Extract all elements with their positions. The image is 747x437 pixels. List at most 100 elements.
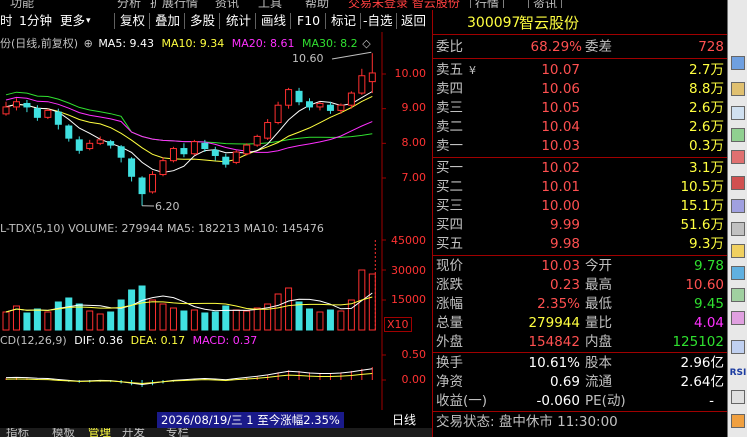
- bid-price: 10.00: [541, 198, 580, 214]
- volume-bar-up: [368, 273, 376, 331]
- legend-settings-icon[interactable]: ◇: [362, 37, 370, 50]
- candle-down: [222, 156, 230, 165]
- toolbar-divider: [396, 13, 397, 29]
- bid-row[interactable]: 买一 10.02 3.1万: [433, 159, 728, 178]
- multi-stock-button[interactable]: 多股: [190, 13, 215, 29]
- divider: [433, 58, 728, 59]
- shares-value: 2.96亿: [680, 355, 724, 371]
- high-value: 10.60: [685, 277, 724, 293]
- chart-icon[interactable]: [731, 150, 745, 164]
- menu-item-function[interactable]: 功能: [10, 0, 34, 8]
- tray-icon[interactable]: [731, 414, 745, 428]
- volume-chart-canvas[interactable]: [0, 220, 432, 332]
- draw-line-button[interactable]: 画线: [261, 13, 286, 29]
- more-button[interactable]: 更多: [60, 13, 85, 29]
- ask-row[interactable]: 卖二 10.04 2.6万: [433, 118, 728, 137]
- rss-icon[interactable]: RSI: [728, 368, 747, 378]
- candle-up: [337, 104, 345, 111]
- ask-row[interactable]: 卖三 10.05 2.6万: [433, 99, 728, 118]
- mark-button[interactable]: 标记: [331, 13, 356, 29]
- candle-down: [295, 90, 303, 103]
- menu-item-ext-quotes[interactable]: 扩展行情: [150, 0, 198, 8]
- more-dropdown-icon[interactable]: ▾: [86, 13, 91, 29]
- bid-row[interactable]: 买四 9.99 51.6万: [433, 216, 728, 235]
- news-icon[interactable]: [731, 266, 745, 280]
- tab-template[interactable]: 模板: [52, 428, 75, 437]
- price-axis-tick: 9.00: [401, 101, 427, 114]
- watchlist-button[interactable]: -自选: [363, 13, 393, 29]
- candle-down: [128, 158, 136, 177]
- calc-icon[interactable]: [731, 288, 745, 302]
- stock-header: 300097 智云股份: [433, 14, 728, 33]
- settings-icon[interactable]: [731, 311, 745, 325]
- statistics-button[interactable]: 统计: [226, 13, 251, 29]
- volume-bar-down: [201, 312, 209, 331]
- bid-row[interactable]: 买三 10.00 15.1万: [433, 197, 728, 216]
- macd-chart-pane[interactable]: CD(12,26,9) DIF: 0.36 DEA: 0.17 MACD: 0.…: [0, 332, 432, 410]
- candle-down: [54, 111, 62, 125]
- period-tab[interactable]: 时: [0, 13, 13, 29]
- macd-axis-tick: 0.00: [401, 373, 427, 386]
- ask-label: 卖一: [436, 138, 463, 154]
- volume-bar-down: [326, 309, 334, 331]
- volume-bar-up: [86, 310, 94, 331]
- candle-up: [159, 160, 167, 176]
- quotes-button[interactable]: 行情: [470, 0, 505, 8]
- grid-icon[interactable]: [731, 106, 745, 120]
- candle-up: [274, 104, 282, 124]
- menu-item-analysis[interactable]: 分析: [117, 0, 141, 8]
- ask-row[interactable]: 卖一 10.03 0.3万: [433, 137, 728, 156]
- bid-row[interactable]: 买五 9.98 9.3万: [433, 235, 728, 254]
- table-icon[interactable]: [731, 128, 745, 142]
- window-icon[interactable]: [731, 56, 745, 70]
- favorites-icon[interactable]: [731, 244, 745, 258]
- misc-icon[interactable]: [731, 390, 745, 404]
- period-indicator[interactable]: 日线: [392, 412, 416, 428]
- volume-chart-pane[interactable]: L-TDX(5,10) VOLUME: 279944 MA5: 182213 M…: [0, 220, 432, 332]
- news-button[interactable]: 资讯: [528, 0, 563, 8]
- minute-button[interactable]: 1分钟: [19, 13, 52, 29]
- total-volume-value: 279944: [528, 315, 580, 331]
- bid-volume: 15.1万: [680, 198, 724, 214]
- info-icon[interactable]: [731, 340, 745, 354]
- kline-chart-pane[interactable]: 份(日线,前复权) ⊕ MA5: 9.43 MA10: 9.34 MA20: 8…: [0, 32, 432, 220]
- volume-bar-up: [2, 311, 10, 331]
- volume-axis-tick: 30000: [391, 264, 426, 277]
- webi-value: 68.29%: [530, 39, 582, 55]
- eps-value: -0.060: [536, 393, 580, 409]
- volume-bar-up: [274, 293, 282, 331]
- f10-button[interactable]: F10: [297, 13, 320, 29]
- overlay-button[interactable]: 叠加: [155, 13, 180, 29]
- list-icon[interactable]: [731, 199, 745, 213]
- back-button[interactable]: 返回: [401, 13, 426, 29]
- tab-develop[interactable]: 开发: [122, 428, 145, 437]
- fuquan-button[interactable]: 复权: [120, 13, 145, 29]
- float-shares-label: 流通: [585, 374, 612, 390]
- tab-indicator[interactable]: 指标: [6, 428, 29, 437]
- tab-manage[interactable]: 管理: [88, 428, 111, 437]
- menu-item-news[interactable]: 资讯: [215, 0, 239, 8]
- divider: [433, 157, 728, 158]
- dif-legend: DIF: 0.36: [74, 334, 124, 347]
- eps-label: 收益(一): [436, 393, 488, 409]
- login-notice[interactable]: 交易未登录 智云股份: [348, 0, 460, 8]
- chart-status-strip: 2026/08/19/三 1 至今涨幅2.35% 日线: [0, 412, 432, 428]
- ask-price: 10.06: [541, 81, 580, 97]
- candle-down: [326, 104, 334, 111]
- last-price-label: 现价: [436, 258, 463, 274]
- ask-row[interactable]: 卖四 10.06 8.8万: [433, 80, 728, 99]
- kline-chart-canvas[interactable]: [0, 32, 432, 220]
- tools-icon[interactable]: [731, 222, 745, 236]
- note-icon[interactable]: [731, 82, 745, 96]
- ask-row[interactable]: 卖五 ¥ 10.07 2.7万: [433, 61, 728, 80]
- ask-label: 卖二: [436, 119, 463, 135]
- candle-down: [107, 141, 115, 146]
- divider: [433, 34, 728, 35]
- tab-column[interactable]: 专栏: [166, 428, 189, 437]
- kline-icon[interactable]: [731, 176, 745, 190]
- legend-collapse-icon[interactable]: ⊕: [84, 37, 93, 50]
- candle-down: [75, 139, 83, 151]
- bid-row[interactable]: 买二 10.01 10.5万: [433, 178, 728, 197]
- menu-item-help[interactable]: 帮助: [305, 0, 329, 8]
- menu-item-tools[interactable]: 工具: [258, 0, 282, 8]
